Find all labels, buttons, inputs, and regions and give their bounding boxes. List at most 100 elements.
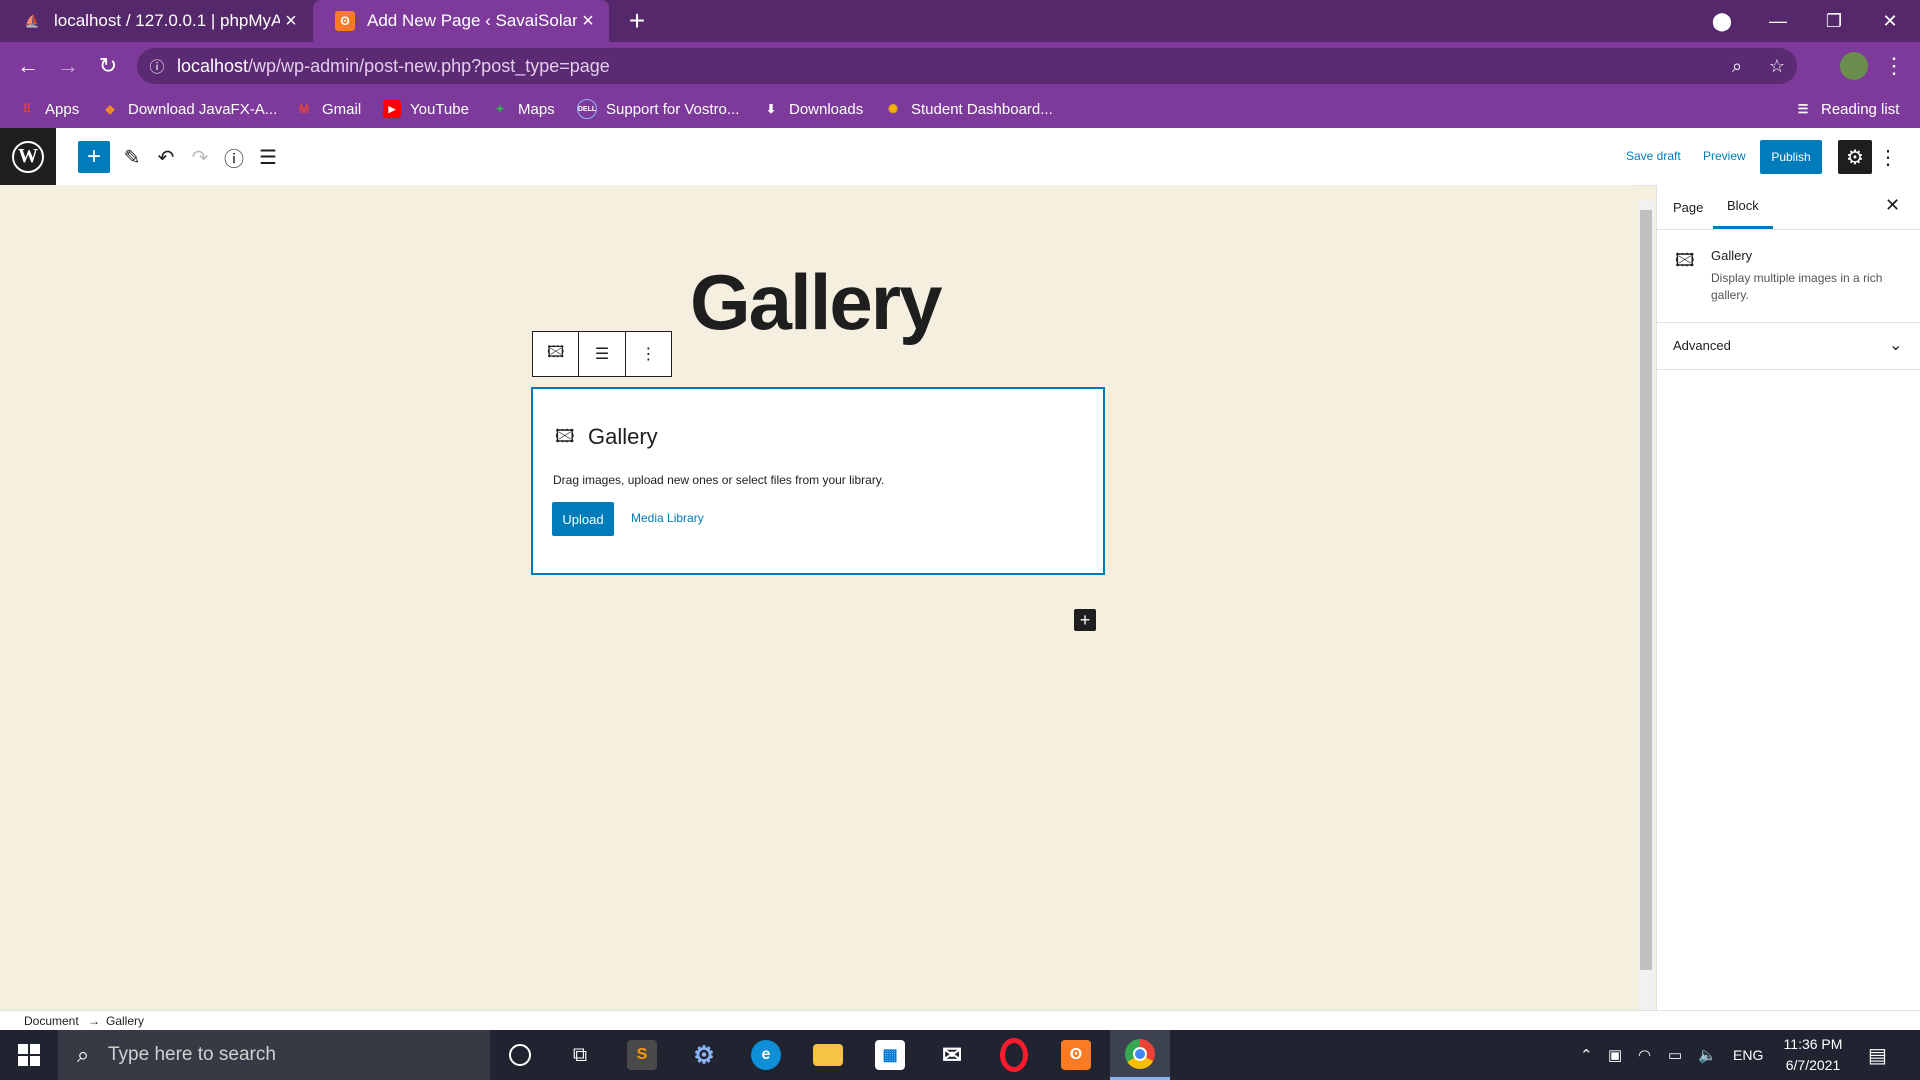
list-view-button[interactable]: ☰ bbox=[252, 141, 284, 173]
bookmark-maps[interactable]: ✦ Maps bbox=[491, 90, 555, 128]
page-title[interactable]: Gallery bbox=[690, 257, 943, 348]
profile-dropdown-icon[interactable]: ⬤ bbox=[1694, 0, 1750, 42]
close-window-button[interactable]: ✕ bbox=[1862, 0, 1918, 42]
close-icon[interactable]: ✕ bbox=[1885, 195, 1900, 216]
details-button[interactable]: ⓘ bbox=[218, 141, 250, 173]
gallery-block-title: Gallery bbox=[588, 424, 658, 449]
bookmark-javafx[interactable]: ◆ Download JavaFX-A... bbox=[101, 90, 277, 128]
youtube-icon: ▶ bbox=[383, 100, 401, 118]
taskbar-search[interactable]: ⌕ Type here to search bbox=[58, 1030, 490, 1080]
wifi-icon[interactable]: ◠ bbox=[1638, 1030, 1651, 1080]
clock-time: 11:36 PM bbox=[1783, 1036, 1843, 1052]
chrome-icon bbox=[1125, 1038, 1155, 1069]
clock[interactable]: 11:36 PM 6/7/2021 bbox=[1768, 1034, 1858, 1076]
phpmyadmin-icon: ⛵ bbox=[24, 14, 40, 28]
edge-icon: e bbox=[751, 1040, 781, 1070]
bookmark-label: YouTube bbox=[410, 100, 469, 118]
undo-button[interactable]: ↶ bbox=[150, 141, 182, 173]
javafx-icon: ◆ bbox=[105, 102, 115, 116]
chevron-down-icon: ⌄ bbox=[1889, 337, 1903, 354]
upload-button[interactable]: Upload bbox=[552, 502, 614, 536]
preview-button[interactable]: Preview bbox=[1703, 149, 1746, 163]
settings-app[interactable]: ⚙ bbox=[674, 1030, 734, 1080]
bookmark-support-vostro[interactable]: DELL Support for Vostro... bbox=[577, 90, 739, 128]
edit-tools-button[interactable]: ✎ bbox=[116, 141, 148, 173]
advanced-panel-toggle[interactable]: Advanced ⌄ bbox=[1657, 321, 1920, 370]
tab-page[interactable]: Page bbox=[1673, 185, 1703, 229]
align-icon: ☰ bbox=[594, 346, 610, 363]
battery-icon[interactable]: ▭ bbox=[1668, 1030, 1682, 1080]
sublime-text-app[interactable]: S bbox=[612, 1030, 672, 1080]
new-tab-button[interactable]: + bbox=[622, 6, 652, 36]
file-explorer-app[interactable] bbox=[798, 1030, 858, 1080]
bookmark-label: Download JavaFX-A... bbox=[128, 100, 278, 118]
gear-icon: ⚙ bbox=[1846, 146, 1864, 169]
breadcrumb-separator: → bbox=[88, 1014, 100, 1028]
volume-icon[interactable]: 🔈 bbox=[1698, 1030, 1717, 1080]
download-icon: ⬇ bbox=[765, 102, 777, 116]
block-card-title: Gallery bbox=[1711, 248, 1753, 263]
list-view-icon: ☰ bbox=[259, 146, 277, 169]
zoom-icon[interactable]: ⌕ bbox=[1717, 56, 1757, 77]
start-button[interactable] bbox=[0, 1030, 58, 1080]
options-button[interactable]: ⋮ bbox=[1876, 140, 1900, 174]
opera-app[interactable] bbox=[984, 1030, 1044, 1080]
tab-block[interactable]: Block bbox=[1713, 185, 1773, 229]
xampp-app[interactable]: ʘ bbox=[1046, 1030, 1106, 1080]
undo-icon: ↶ bbox=[157, 146, 175, 169]
browser-tab-strip: ⛵ localhost / 127.0.0.1 | phpMyAdmin × ʘ… bbox=[0, 0, 1920, 42]
mail-app[interactable]: ✉ bbox=[922, 1030, 982, 1080]
dell-icon: DELL bbox=[577, 99, 597, 119]
url-text[interactable]: localhost/wp/wp-admin/post-new.php?post_… bbox=[177, 56, 610, 77]
bookmark-apps[interactable]: ⠿ Apps bbox=[18, 90, 80, 128]
chrome-app[interactable] bbox=[1110, 1030, 1170, 1080]
notifications-icon[interactable]: ▤ bbox=[1868, 1030, 1887, 1080]
close-tab-icon[interactable]: × bbox=[280, 10, 302, 33]
add-block-button[interactable]: + bbox=[78, 141, 110, 173]
bookmark-downloads[interactable]: ⬇ Downloads bbox=[762, 90, 863, 128]
cortana-button[interactable] bbox=[490, 1030, 550, 1080]
gallery-block-placeholder[interactable]: 🖾 Gallery Drag images, upload new ones o… bbox=[531, 387, 1105, 575]
bookmark-student-dashboard[interactable]: ✺ Student Dashboard... bbox=[884, 90, 1053, 128]
bookmark-youtube[interactable]: ▶ YouTube bbox=[383, 90, 469, 128]
settings-button[interactable]: ⚙ bbox=[1838, 140, 1872, 174]
wordpress-logo-button[interactable]: W bbox=[0, 128, 56, 185]
forward-icon[interactable]: → bbox=[48, 42, 88, 90]
dashboard-icon: ✺ bbox=[887, 102, 899, 116]
info-icon: ⓘ bbox=[224, 148, 244, 171]
block-inserter-button[interactable]: + bbox=[1074, 609, 1096, 631]
align-button[interactable]: ☰ bbox=[579, 332, 626, 376]
chrome-menu-icon[interactable]: ⋮ bbox=[1874, 42, 1914, 90]
save-draft-button[interactable]: Save draft bbox=[1626, 149, 1681, 163]
block-options-button[interactable]: ⋮ bbox=[626, 332, 671, 376]
back-icon[interactable]: ← bbox=[8, 42, 48, 90]
media-library-button[interactable]: Media Library bbox=[631, 511, 704, 525]
tab-add-new-page[interactable]: ʘ Add New Page ‹ SavaiSolanki — WordPres… bbox=[313, 0, 609, 42]
tab-title: Add New Page ‹ SavaiSolanki — WordPress bbox=[367, 11, 577, 30]
microsoft-store-app[interactable]: ▦ bbox=[860, 1030, 920, 1080]
breadcrumb-gallery[interactable]: Gallery bbox=[106, 1014, 144, 1028]
minimize-button[interactable]: — bbox=[1750, 0, 1806, 42]
publish-button[interactable]: Publish bbox=[1760, 140, 1822, 174]
scrollbar-thumb[interactable] bbox=[1640, 210, 1652, 970]
bookmark-star-icon[interactable]: ☆ bbox=[1757, 56, 1797, 77]
site-info-icon[interactable]: ⓘ bbox=[137, 56, 177, 77]
profile-avatar-icon[interactable] bbox=[1834, 42, 1874, 90]
reload-icon[interactable]: ↻ bbox=[88, 42, 128, 90]
redo-button[interactable]: ↷ bbox=[184, 141, 216, 173]
restore-button[interactable]: ❐ bbox=[1806, 0, 1862, 42]
breadcrumb-document[interactable]: Document bbox=[24, 1014, 79, 1028]
task-view-button[interactable]: ⧉ bbox=[550, 1030, 610, 1080]
show-hidden-icons[interactable]: ⌃ bbox=[1580, 1030, 1593, 1080]
url-path: /wp/wp-admin/post-new.php?post_type=page bbox=[248, 55, 610, 76]
block-type-button[interactable]: 🖾 bbox=[533, 332, 580, 376]
bookmark-gmail[interactable]: M Gmail bbox=[295, 90, 361, 128]
language-indicator[interactable]: ENG bbox=[1733, 1030, 1763, 1080]
address-bar[interactable]: ⓘ localhost/wp/wp-admin/post-new.php?pos… bbox=[137, 48, 1797, 84]
meet-now-icon[interactable]: ▣ bbox=[1608, 1030, 1622, 1080]
windows-icon bbox=[18, 1044, 40, 1066]
close-tab-icon[interactable]: × bbox=[577, 10, 599, 33]
edge-app[interactable]: e bbox=[736, 1030, 796, 1080]
tab-phpmyadmin[interactable]: ⛵ localhost / 127.0.0.1 | phpMyAdmin × bbox=[0, 0, 312, 42]
reading-list-button[interactable]: ☰ Reading list bbox=[1794, 90, 1900, 128]
